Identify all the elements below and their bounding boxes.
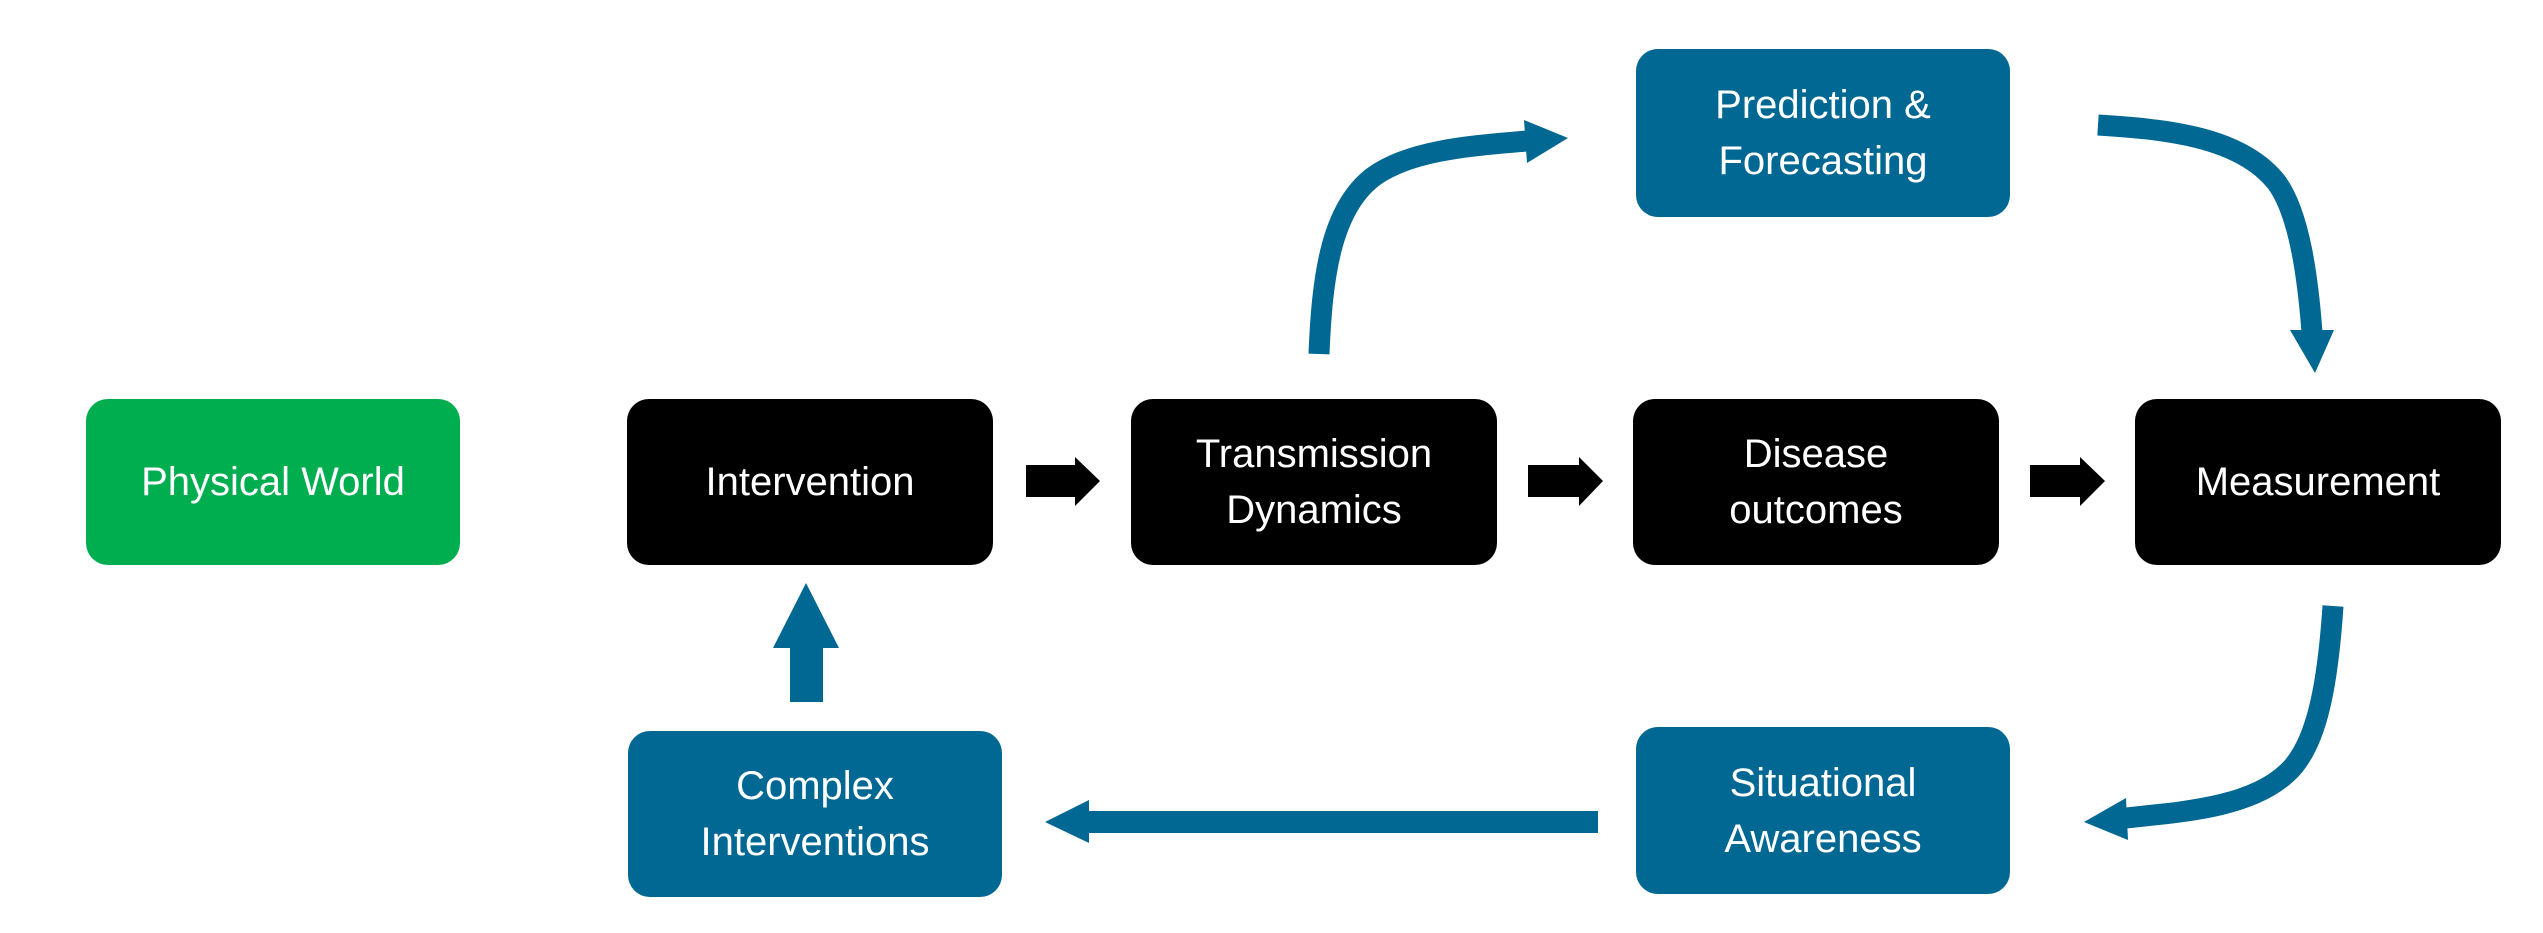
node-situational-awareness: Situational Awareness [1636,727,2010,894]
node-prediction-forecasting: Prediction & Forecasting [1636,49,2010,217]
arrow-intervention-to-transmission [1026,457,1100,506]
arrow-prediction-to-measurement [2097,114,2334,373]
arrow-situational-to-complex [1045,800,1598,843]
node-physical-world: Physical World [86,399,460,565]
arrow-transmission-to-disease [1528,457,1603,506]
node-measurement: Measurement [2135,399,2501,565]
node-disease-outcomes: Disease outcomes [1633,399,1999,565]
arrow-complex-to-intervention [773,583,839,702]
node-transmission-dynamics: Transmission Dynamics [1131,399,1497,565]
node-complex-interventions: Complex Interventions [628,731,1002,897]
arrow-transmission-to-prediction [1308,120,1568,355]
arrow-measurement-to-situational [2084,605,2344,840]
arrow-disease-to-measurement [2030,457,2105,506]
node-intervention: Intervention [627,399,993,565]
